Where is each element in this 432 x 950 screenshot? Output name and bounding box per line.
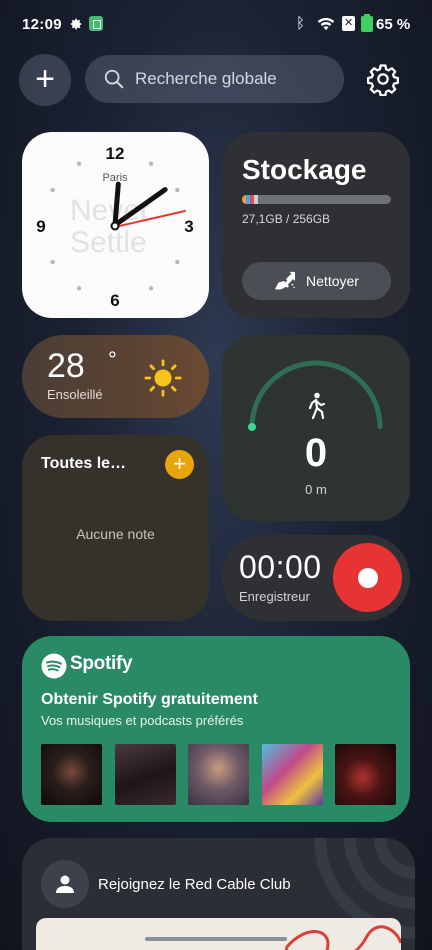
steps-count: 0 [304, 431, 328, 475]
clock-dot [76, 161, 82, 166]
steps-widget[interactable]: 0 0 m [222, 335, 410, 521]
weather-temperature: 28 [47, 347, 85, 385]
wifi-icon [317, 17, 335, 31]
red-cable-club-widget[interactable]: Rejoignez le Red Cable Club [22, 838, 415, 950]
album-cover-5[interactable] [335, 744, 396, 805]
red-cable-graphic [284, 925, 403, 950]
recorder-label: Enregistreur [239, 589, 310, 604]
storage-segment [253, 195, 258, 204]
clock-dot [175, 259, 180, 265]
bluetooth-icon: ᛒ [296, 15, 306, 32]
club-text: Rejoignez le Red Cable Club [98, 876, 291, 893]
album-cover-3[interactable] [188, 744, 249, 805]
gear-icon [70, 18, 82, 30]
clock-dot [175, 187, 180, 193]
steps-distance: 0 m [305, 482, 327, 497]
battery-percent: 65 % [376, 16, 411, 33]
album-cover-4[interactable] [261, 744, 323, 805]
walking-icon [308, 392, 326, 420]
search-placeholder: Recherche globale [135, 69, 277, 88]
notes-widget[interactable]: Toutes le… + Aucune note [22, 435, 209, 621]
spotify-title: Obtenir Spotify gratuitement [41, 691, 258, 708]
battery-charging-icon [361, 14, 373, 32]
weather-degree: ° [108, 347, 117, 372]
club-banner-image [36, 918, 403, 950]
clock-dot [148, 161, 154, 166]
add-widget-button[interactable]: + [19, 54, 71, 106]
plus-icon: + [173, 450, 186, 476]
clock-dot [50, 259, 55, 265]
hour-hand [112, 181, 121, 228]
watermark-line2: Settle [70, 226, 147, 259]
plus-icon: + [35, 59, 55, 98]
clean-button[interactable]: Nettoyer [242, 262, 391, 300]
storage-usage-bar [242, 195, 391, 204]
storage-usage-text: 27,1GB / 256GB [242, 212, 331, 226]
recorder-time: 00:00 [239, 549, 322, 585]
sun-icon [144, 359, 182, 397]
search-icon [104, 69, 124, 89]
album-row [41, 744, 396, 805]
clock-widget[interactable]: Never Settle 12 3 6 9 Paris [22, 132, 209, 318]
status-time: 12:09 [22, 16, 62, 33]
weather-widget[interactable]: 28 ° Ensoleillé [22, 335, 209, 418]
numeral-6: 6 [110, 291, 119, 310]
storage-widget[interactable]: Stockage 27,1GB / 256GB Nettoyer [222, 132, 410, 318]
spotify-subtitle: Vos musiques et podcasts préférés [41, 713, 244, 728]
weather-condition: Ensoleillé [47, 387, 103, 402]
sim-off-icon [342, 16, 355, 31]
record-icon [357, 567, 378, 588]
clock-dot [50, 187, 55, 193]
add-note-button[interactable]: + [165, 450, 194, 479]
notes-empty-text: Aucune note [76, 526, 155, 542]
home-indicator[interactable] [145, 937, 287, 941]
spotify-logo-icon [41, 653, 67, 679]
notes-title: Toutes le… [41, 455, 127, 472]
broom-icon [275, 271, 296, 290]
user-icon [56, 875, 74, 893]
album-cover-1[interactable] [41, 744, 102, 805]
avatar [41, 860, 89, 908]
settings-gear-icon[interactable] [366, 62, 400, 96]
spotify-widget[interactable]: Spotify Obtenir Spotify gratuitement Vos… [22, 636, 410, 822]
app-notification-icon [89, 16, 103, 31]
numeral-12: 12 [106, 144, 125, 163]
numeral-3: 3 [184, 217, 193, 236]
analog-clock: Never Settle 12 3 6 9 Paris [36, 144, 193, 310]
storage-title: Stockage [242, 154, 367, 185]
clock-center [110, 221, 120, 231]
clock-dot [76, 286, 82, 291]
record-button[interactable] [333, 543, 402, 612]
album-cover-2[interactable] [114, 744, 176, 805]
clean-label: Nettoyer [306, 273, 359, 289]
numeral-9: 9 [36, 217, 45, 236]
recorder-widget[interactable]: 00:00 Enregistreur [222, 535, 410, 621]
spotify-brand: Spotify [70, 653, 133, 674]
clock-dot [148, 286, 154, 291]
search-bar[interactable]: Recherche globale [85, 55, 344, 103]
clock-city: Paris [102, 172, 128, 184]
